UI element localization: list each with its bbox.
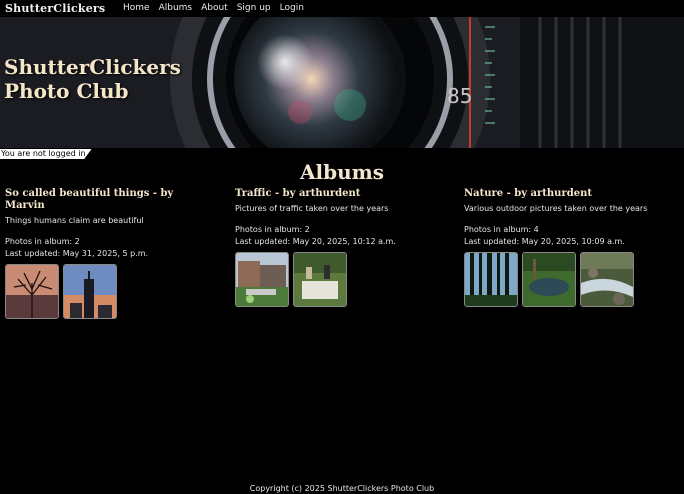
hero-title: ShutterClickers Photo Club [4,55,181,103]
footer-copyright: Copyright (c) 2025 ShutterClickers Photo… [249,484,435,493]
hero-banner: 85 ShutterClickers Photo Club [0,17,684,148]
top-navbar: ShutterClickers Home Albums About Sign u… [0,0,684,17]
nav-login-link[interactable]: Login [280,3,304,13]
album-title-link[interactable]: Nature - by arthurdent [464,188,669,200]
brand-link[interactable]: ShutterClickers [5,2,105,15]
album-last-updated: Last updated: May 31, 2025, 5 p.m. [5,249,149,258]
album-title-link[interactable]: Traffic - by arthurdent [235,188,440,200]
album-meta: Photos in album: 4 Last updated: May 20,… [464,224,669,248]
photo-thumbnail-stream[interactable] [580,252,634,307]
photo-thumbnail-street[interactable] [235,252,289,307]
photo-thumbnail-tower[interactable] [63,264,117,319]
photo-thumbnail-traffic[interactable] [293,252,347,307]
nav-albums-link[interactable]: Albums [159,3,193,13]
hero-title-line2: Photo Club [4,79,129,103]
page-title: Albums [299,160,385,184]
svg-text:85: 85 [447,84,472,108]
album-card: Nature - by arthurdent Various outdoor p… [464,188,669,307]
album-card: So called beautiful things - by Marvin T… [5,188,210,319]
photo-thumbnail-pond[interactable] [522,252,576,307]
login-status: You are not logged in [0,149,92,159]
album-card: Traffic - by arthurdent Pictures of traf… [235,188,440,307]
album-photo-count: Photos in album: 2 [5,237,80,246]
album-photo-count: Photos in album: 4 [464,225,539,234]
album-description: Various outdoor pictures taken over the … [464,204,648,213]
nav-signup-link[interactable]: Sign up [237,3,271,13]
photo-thumbnail-forest[interactable] [464,252,518,307]
album-thumbnails [235,252,440,307]
album-meta: Photos in album: 2 Last updated: May 20,… [235,224,440,248]
nav-home-link[interactable]: Home [123,3,150,13]
nav-links: Home Albums About Sign up Login [123,3,304,13]
album-thumbnails [464,252,669,307]
album-meta: Photos in album: 2 Last updated: May 31,… [5,236,210,260]
hero-title-line1: ShutterClickers [4,55,181,79]
album-last-updated: Last updated: May 20, 2025, 10:12 a.m. [235,237,396,246]
album-description: Pictures of traffic taken over the years [235,204,389,213]
photo-thumbnail-tree[interactable] [5,264,59,319]
album-description: Things humans claim are beautiful [5,216,144,225]
album-last-updated: Last updated: May 20, 2025, 10:09 a.m. [464,237,625,246]
album-title-link[interactable]: So called beautiful things - by Marvin [5,188,210,212]
nav-about-link[interactable]: About [201,3,228,13]
album-thumbnails [5,264,210,319]
album-photo-count: Photos in album: 2 [235,225,310,234]
